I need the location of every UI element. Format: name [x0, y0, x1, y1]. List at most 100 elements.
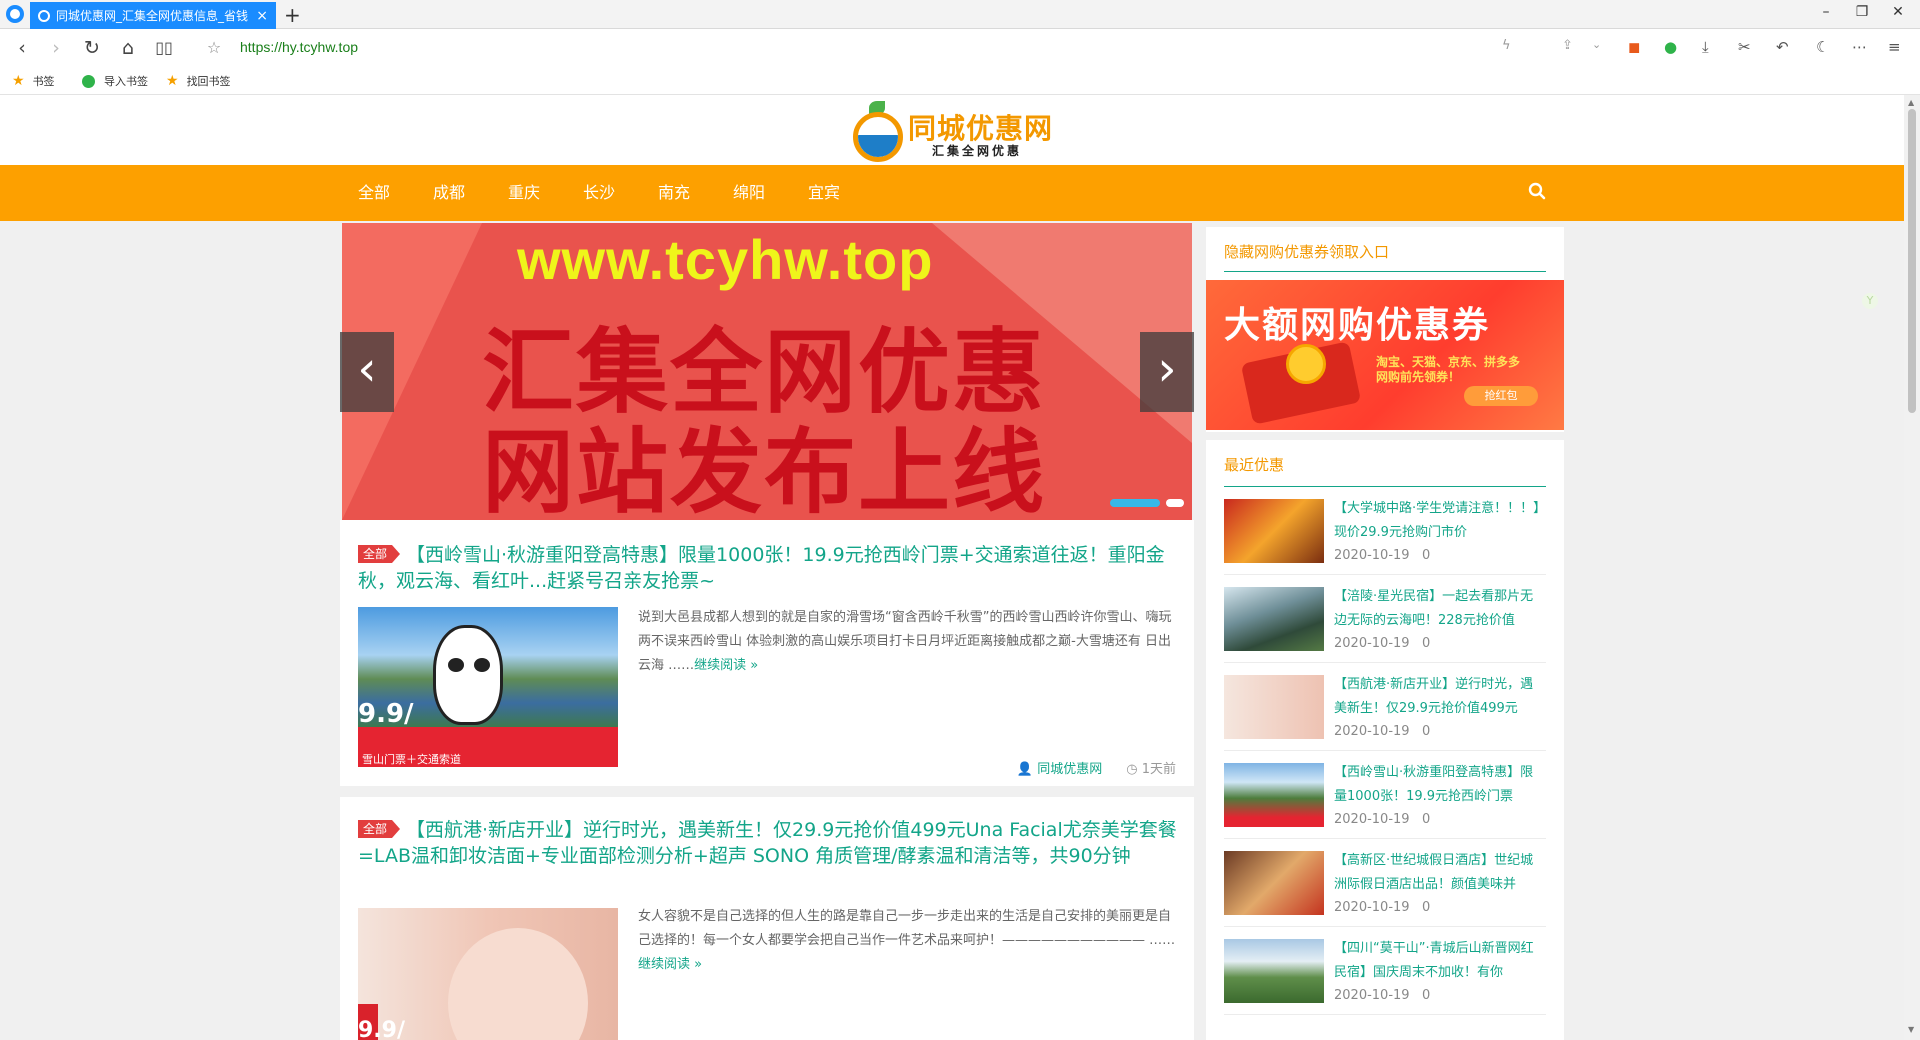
tab-close-icon[interactable]: ×	[256, 8, 268, 24]
browser-toolbar: ‹ › ↻ ⌂ ▯▯ ☆ https://hy.tcyhw.top ϟ ⇪ ⌄ …	[0, 29, 1920, 67]
post-date: 2020-10-19	[1334, 724, 1410, 739]
back-icon[interactable]: ‹	[10, 36, 34, 60]
tab-title: 同城优惠网_汇集全网优惠信息_省钱	[56, 9, 249, 23]
game-icon[interactable]: ◼	[1628, 38, 1640, 56]
bookmark-item[interactable]: ★ 书签	[12, 73, 55, 89]
article-title-text[interactable]: 【西岭雪山·秋游重阳登高特惠】限量1000张！19.9元抢西岭门票+交通索道往返…	[358, 544, 1165, 592]
lightning-icon[interactable]: ϟ	[1502, 38, 1511, 53]
post-title[interactable]: 【涪陵·星光民宿】一起去看那片无边无际的云海吧！228元抢价值	[1334, 585, 1546, 633]
logo-title[interactable]: 同城优惠网	[908, 107, 1053, 147]
article-author[interactable]: 👤 同城优惠网	[1017, 758, 1102, 777]
home-icon[interactable]: ⌂	[116, 36, 140, 60]
dropdown-icon[interactable]: ⌄	[1592, 38, 1601, 51]
star-icon: ★	[166, 73, 179, 89]
article-thumbnail[interactable]: 9.9/	[358, 908, 618, 1040]
widget-title[interactable]: 隐藏网购优惠券领取入口	[1224, 241, 1389, 262]
scroll-thumb[interactable]	[1908, 109, 1916, 413]
slider-url-text: www.tcyhw.top	[517, 228, 934, 291]
read-more-link[interactable]: 继续阅读 »	[694, 658, 758, 673]
page-scrollbar[interactable]: ▲ ▼	[1904, 95, 1920, 1040]
scissors-icon[interactable]: ✂	[1738, 38, 1751, 56]
category-badge[interactable]: 全部	[358, 545, 401, 563]
logo-orange-icon[interactable]	[853, 112, 903, 162]
search-icon[interactable]	[1528, 182, 1546, 200]
post-date: 2020-10-19	[1334, 548, 1410, 563]
close-window-button[interactable]: ✕	[1888, 4, 1908, 20]
post-title[interactable]: 【高新区·世纪城假日酒店】世纪城洲际假日酒店出品！颜值美味并	[1334, 849, 1546, 897]
post-thumbnail[interactable]	[1224, 763, 1324, 827]
article-thumbnail[interactable]: 9.9/ 雪山门票＋交通索道	[358, 607, 618, 767]
floating-extension-icon[interactable]: Y	[1862, 293, 1878, 309]
post-thumbnail[interactable]	[1224, 675, 1324, 739]
recent-post[interactable]: 【高新区·世纪城假日酒店】世纪城洲际假日酒店出品！颜值美味并 2020-10-1…	[1224, 839, 1546, 927]
coupon-banner[interactable]: 大额网购优惠券 淘宝、天猫、京东、拼多多 网购前先领券！ 抢红包	[1206, 280, 1564, 430]
minimize-button[interactable]: –	[1816, 4, 1836, 20]
post-title[interactable]: 【西航港·新店开业】逆行时光，遇美新生！仅29.9元抢价值499元	[1334, 673, 1546, 721]
article-meta: 👤 同城优惠网 ◷ 1天前	[1017, 758, 1176, 777]
reload-icon[interactable]: ↻	[80, 36, 104, 60]
post-count: 0	[1421, 724, 1431, 739]
new-tab-button[interactable]: +	[284, 3, 301, 27]
nav-item-nanchong[interactable]: 南充	[658, 165, 690, 221]
post-count: 0	[1421, 812, 1431, 827]
forward-icon[interactable]: ›	[44, 36, 68, 60]
tab-favicon-icon	[38, 9, 50, 22]
author-name[interactable]: 同城优惠网	[1037, 762, 1102, 777]
recent-post[interactable]: 【西岭雪山·秋游重阳登高特惠】限量1000张！19.9元抢西岭门票 2020-1…	[1224, 751, 1546, 839]
nav-item-mianyang[interactable]: 绵阳	[733, 165, 765, 221]
hero-slider[interactable]: www.tcyhw.top 汇集全网优惠 网站发布上线	[342, 223, 1192, 520]
slider-next-button[interactable]: ›	[1140, 332, 1194, 412]
article-excerpt: 说到大邑县成都人想到的就是自家的滑雪场“窗含西岭千秋雪”的西岭雪山西岭许你雪山、…	[638, 606, 1178, 678]
slider-dot-active[interactable]	[1110, 499, 1160, 507]
slider-headline-2: 网站发布上线	[482, 419, 1047, 520]
nav-item-changsha[interactable]: 长沙	[583, 165, 615, 221]
post-thumbnail[interactable]	[1224, 851, 1324, 915]
slider-prev-button[interactable]: ‹	[340, 332, 394, 412]
menu-icon[interactable]: ≡	[1888, 38, 1901, 56]
download-icon[interactable]: ⤓	[1702, 38, 1709, 56]
recent-post[interactable]: 【西航港·新店开业】逆行时光，遇美新生！仅29.9元抢价值499元 2020-1…	[1224, 663, 1546, 751]
share-icon[interactable]: ⇪	[1562, 38, 1573, 53]
maximize-button[interactable]: ❐	[1852, 4, 1872, 20]
article-title-text[interactable]: 【西航港·新店开业】逆行时光，遇美新生！仅29.9元抢价值499元Una Fac…	[358, 819, 1177, 867]
nav-item-chongqing[interactable]: 重庆	[508, 165, 540, 221]
grab-envelope-button[interactable]: 抢红包	[1464, 386, 1538, 406]
read-more-link[interactable]: 继续阅读 »	[638, 957, 702, 972]
nav-item-all[interactable]: 全部	[358, 165, 390, 221]
scroll-down-icon[interactable]: ▼	[1908, 1025, 1914, 1034]
nav-item-chengdu[interactable]: 成都	[433, 165, 465, 221]
post-title[interactable]: 【西岭雪山·秋游重阳登高特惠】限量1000张！19.9元抢西岭门票	[1334, 761, 1546, 809]
bookmark-label: 导入书签	[104, 75, 148, 88]
category-badge[interactable]: 全部	[358, 820, 401, 838]
recent-post[interactable]: 【大学城中路·学生党请注意！！！】现价29.9元抢购门市价 2020-10-19…	[1224, 487, 1546, 575]
recent-post[interactable]: 【涪陵·星光民宿】一起去看那片无边无际的云海吧！228元抢价值 2020-10-…	[1224, 575, 1546, 663]
article-time: ◷ 1天前	[1126, 758, 1176, 777]
extension-icon[interactable]: ●	[1664, 38, 1677, 56]
post-title[interactable]: 【四川“莫干山”·青城后山新晋网红民宿】国庆周末不加收！有你	[1334, 937, 1546, 985]
article-title[interactable]: 全部 【西航港·新店开业】逆行时光，遇美新生！仅29.9元抢价值499元Una F…	[358, 817, 1178, 869]
undo-icon[interactable]: ↶	[1776, 38, 1789, 56]
post-thumbnail[interactable]	[1224, 939, 1324, 1003]
face-illustration	[448, 928, 588, 1040]
recent-post[interactable]: 【四川“莫干山”·青城后山新晋网红民宿】国庆周末不加收！有你 2020-10-1…	[1224, 927, 1546, 1015]
address-bar[interactable]: https://hy.tcyhw.top	[240, 39, 358, 55]
night-mode-icon[interactable]: ☾	[1816, 38, 1829, 56]
active-tab[interactable]: 同城优惠网_汇集全网优惠信息_省钱 ×	[30, 2, 276, 29]
nav-item-yibin[interactable]: 宜宾	[808, 165, 840, 221]
star-icon: ★	[12, 73, 25, 89]
post-thumbnail[interactable]	[1224, 587, 1324, 651]
bookmark-item[interactable]: 导入书签	[82, 73, 148, 89]
post-title[interactable]: 【大学城中路·学生党请注意！！！】现价29.9元抢购门市价	[1334, 497, 1546, 545]
more-icon[interactable]: ⋯	[1852, 38, 1867, 56]
bookmark-star-icon[interactable]: ☆	[202, 36, 226, 60]
post-thumbnail[interactable]	[1224, 499, 1324, 563]
bookmark-item[interactable]: ★ 找回书签	[166, 73, 231, 89]
coupon-widget: 隐藏网购优惠券领取入口 大额网购优惠券 淘宝、天猫、京东、拼多多 网购前先领券！…	[1206, 227, 1564, 432]
scroll-up-icon[interactable]: ▲	[1908, 98, 1914, 107]
user-icon: 👤	[1016, 762, 1034, 777]
reader-icon[interactable]: ▯▯	[152, 36, 176, 60]
article-title[interactable]: 全部 【西岭雪山·秋游重阳登高特惠】限量1000张！19.9元抢西岭门票+交通索道…	[358, 542, 1178, 594]
browser-logo-icon[interactable]	[6, 5, 24, 23]
slider-dot[interactable]	[1166, 499, 1184, 507]
post-meta: 2020-10-19 0	[1334, 724, 1430, 739]
